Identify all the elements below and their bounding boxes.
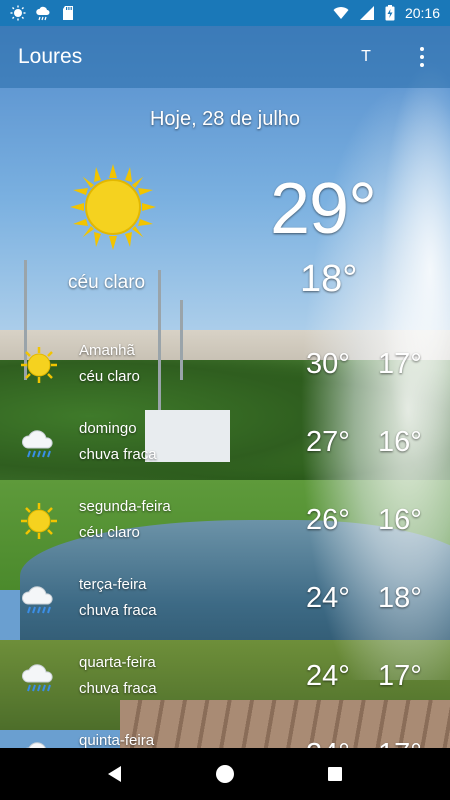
navigation-bar: [0, 748, 450, 800]
current-temperature: 29°: [270, 169, 377, 249]
sd-card-icon: [63, 6, 73, 20]
wifi-icon: [333, 7, 349, 19]
forecast-condition: chuva fraca: [79, 446, 157, 463]
cloud-rain-icon: [36, 6, 50, 21]
sun-icon: [21, 347, 57, 383]
forecast-day: segunda-feira: [79, 498, 171, 515]
sun-icon: [70, 164, 156, 250]
app-bar: Loures T: [0, 26, 450, 88]
more-vertical-icon[interactable]: [412, 47, 432, 67]
forecast-low: 16°: [378, 426, 422, 458]
forecast-high: 30°: [306, 348, 350, 380]
status-bar: 20:16: [0, 0, 450, 26]
location-title[interactable]: Loures: [18, 45, 356, 69]
back-icon[interactable]: [95, 754, 135, 794]
forecast-day: quinta-feira: [79, 732, 155, 749]
forecast-day: Amanhã: [79, 342, 135, 359]
forecast-row[interactable]: quarta-feira chuva fraca 24° 17°: [0, 652, 450, 730]
forecast-condition: céu claro: [79, 368, 140, 385]
forecast-low: 17°: [378, 660, 422, 692]
clock-time: 20:16: [404, 5, 440, 21]
signal-icon: [359, 6, 374, 20]
forecast-condition: chuva fraca: [79, 602, 157, 619]
status-left-icons: [10, 5, 76, 21]
text-size-button[interactable]: T: [356, 48, 376, 66]
sun-icon: [21, 503, 57, 539]
today-low-temperature: 18°: [300, 258, 358, 300]
forecast-low: 16°: [378, 504, 422, 536]
recents-icon[interactable]: [315, 754, 355, 794]
today-date: Hoje, 28 de julho: [149, 108, 301, 130]
today-condition: céu claro: [68, 272, 146, 293]
forecast-high: 24°: [306, 582, 350, 614]
battery-charging-icon: [385, 5, 395, 21]
forecast-row[interactable]: domingo chuva fraca 27° 16°: [0, 418, 450, 496]
forecast-row[interactable]: terça-feira chuva fraca 24° 18°: [0, 574, 450, 652]
cloud-rain-icon: [22, 430, 53, 458]
forecast-day: quarta-feira: [79, 654, 156, 671]
status-right: 20:16: [333, 5, 440, 21]
forecast-day: domingo: [79, 420, 137, 437]
forecast-row[interactable]: Amanhã céu claro 30° 17°: [0, 340, 450, 418]
cloud-rain-icon: [22, 586, 53, 614]
forecast-low: 17°: [378, 348, 422, 380]
forecast-high: 26°: [306, 504, 350, 536]
forecast-day: terça-feira: [79, 576, 147, 593]
sun-icon: [10, 5, 26, 21]
forecast-low: 18°: [378, 582, 422, 614]
forecast-condition: céu claro: [79, 524, 140, 541]
home-icon[interactable]: [205, 754, 245, 794]
forecast-condition: chuva fraca: [79, 680, 157, 697]
forecast-high: 27°: [306, 426, 350, 458]
forecast-row[interactable]: segunda-feira céu claro 26° 16°: [0, 496, 450, 574]
forecast-high: 24°: [306, 660, 350, 692]
cloud-rain-icon: [22, 664, 53, 692]
